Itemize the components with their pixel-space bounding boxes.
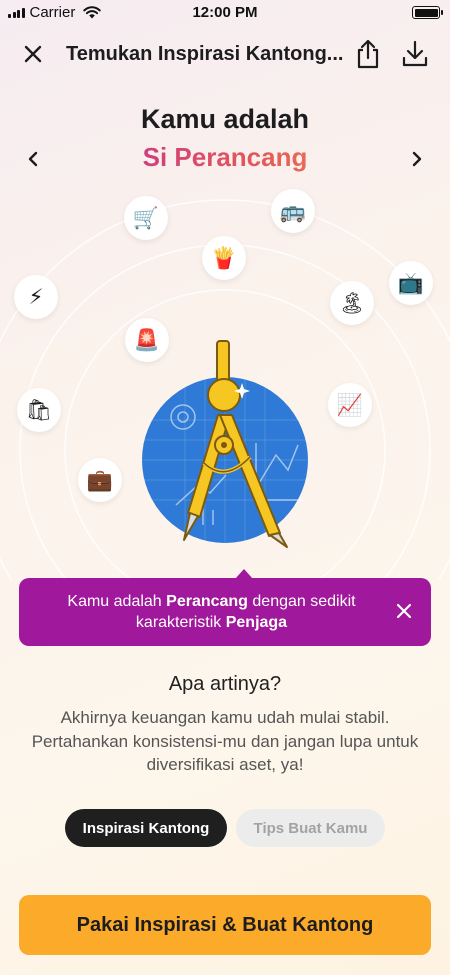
shopping-cart-icon: 🛒 (124, 196, 168, 240)
persona-tooltip: Kamu adalah Perancang dengan sedikit kar… (19, 569, 431, 646)
status-bar: Carrier 12:00 PM (0, 0, 450, 26)
fries-icon: 🍟 (202, 236, 246, 280)
briefcase-icon: 💼 (78, 458, 122, 502)
wifi-icon (83, 6, 102, 19)
shopping-bags-icon: 🛍 (17, 388, 61, 432)
tab-tips-buat-kamu[interactable]: Tips Buat Kamu (236, 809, 385, 847)
signal-icon (8, 7, 25, 18)
close-tooltip-icon[interactable] (391, 598, 417, 624)
content-tabs: Inspirasi Kantong Tips Buat Kamu (0, 809, 450, 847)
island-icon: 🏝 (330, 281, 374, 325)
chart-increasing-icon: 📈 (328, 383, 372, 427)
share-icon[interactable] (352, 38, 384, 70)
meaning-body: Akhirnya keuangan kamu udah mulai stabil… (31, 708, 419, 774)
persona-name: Si Perancang (80, 142, 370, 173)
television-icon: 📺 (389, 261, 433, 305)
create-pocket-button[interactable]: Pakai Inspirasi & Buat Kantong (19, 895, 431, 955)
top-navigation: Temukan Inspirasi Kantong... (0, 34, 450, 74)
status-left: Carrier (8, 4, 102, 21)
bus-icon: 🚌 (271, 189, 315, 233)
carrier-label: Carrier (29, 4, 76, 21)
compass-illustration (142, 340, 308, 548)
tooltip-text: Kamu adalah Perancang dengan sedikit kar… (67, 593, 356, 631)
meaning-title: Apa artinya? (168, 673, 282, 695)
page-title: Temukan Inspirasi Kantong... (66, 43, 344, 65)
tab-inspirasi-kantong[interactable]: Inspirasi Kantong (65, 809, 227, 847)
download-icon[interactable] (399, 38, 431, 70)
persona-heading: Kamu adalah (140, 104, 310, 134)
close-icon[interactable] (17, 38, 49, 70)
lightning-icon: ⚡ (14, 275, 58, 319)
chevron-right-icon[interactable] (402, 144, 432, 174)
chevron-left-icon[interactable] (18, 144, 48, 174)
battery-icon (412, 6, 443, 19)
